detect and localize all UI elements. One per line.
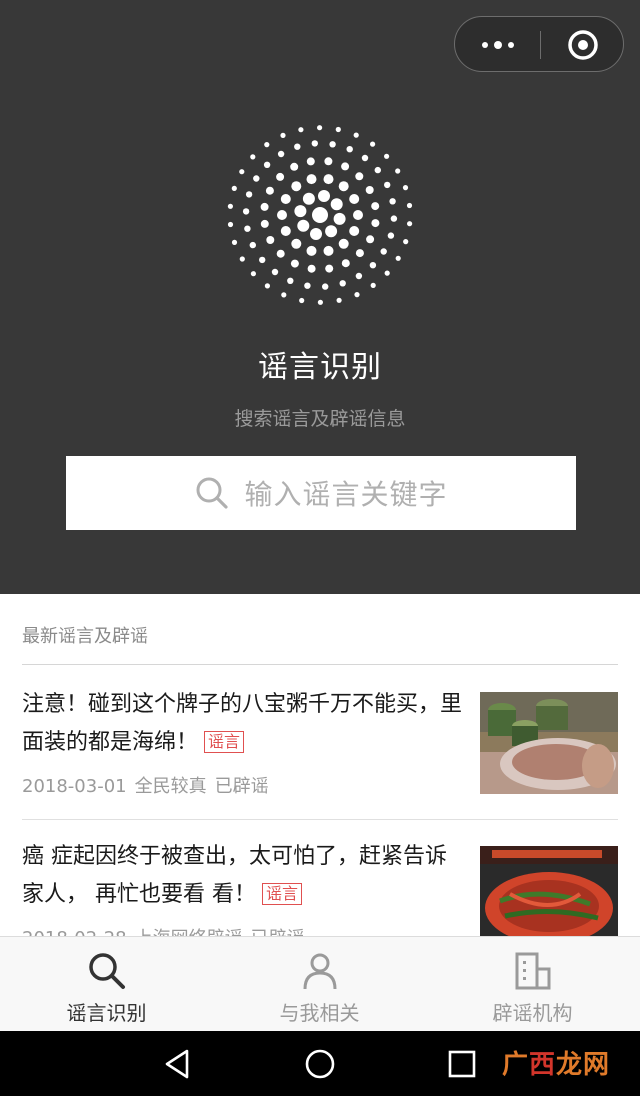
tab-rumor-search[interactable]: 谣言识别 xyxy=(0,937,213,1032)
item-status: 已辟谣 xyxy=(251,928,305,936)
search-placeholder: 输入谣言关键字 xyxy=(244,478,448,511)
item-thumbnail xyxy=(480,692,618,794)
dots-sphere-logo xyxy=(227,125,413,305)
item-title: 癌 症起因终于被查出，太可怕了，赶紧告诉家人， 再忙也要看 看！ 谣言 xyxy=(22,844,447,907)
target-circle-icon[interactable] xyxy=(541,17,625,73)
page-subtitle: 搜索谣言及辟谣信息 xyxy=(234,408,406,430)
item-source: 全民较真 xyxy=(134,776,207,797)
tab-bar: 谣言识别 与我相关 辟谣机构 xyxy=(0,936,640,1031)
item-date: 2018-02-28 xyxy=(22,928,127,936)
tab-label: 与我相关 xyxy=(279,1001,360,1025)
back-triangle-icon[interactable] xyxy=(137,1031,217,1096)
item-meta: 2018-03-01 全民较真 已辟谣 xyxy=(22,772,277,798)
section-title: 最新谣言及辟谣 xyxy=(22,626,148,647)
rumor-tag: 谣言 xyxy=(262,883,303,905)
item-status: 已辟谣 xyxy=(214,776,269,797)
tab-label: 辟谣机构 xyxy=(492,1001,573,1025)
mini-program-capsule xyxy=(454,16,624,72)
search-icon xyxy=(88,953,125,989)
section-divider xyxy=(22,664,618,665)
more-dots-icon[interactable] xyxy=(455,17,540,73)
item-thumbnail xyxy=(480,846,618,936)
tab-label: 谣言识别 xyxy=(66,1001,147,1025)
item-title: 注意！碰到这个牌子的八宝粥千万不能买，里面装的都是海绵！ 谣言 xyxy=(22,692,463,755)
recents-square-icon[interactable] xyxy=(422,1031,502,1096)
person-icon xyxy=(303,953,336,990)
home-circle-icon[interactable] xyxy=(280,1031,360,1096)
page-title: 谣言识别 xyxy=(258,350,382,385)
item-meta: 2018-02-28 上海网络辟谣已辟谣 xyxy=(22,924,313,936)
list-item[interactable]: 注意！碰到这个牌子的八宝粥千万不能买，里面装的都是海绵！ 谣言 2018-03-0… xyxy=(22,686,618,816)
hero-header: 谣言识别 搜索谣言及辟谣信息 输入谣言关键字 xyxy=(0,0,640,594)
item-source: 上海网络辟谣 xyxy=(135,928,243,936)
item-date: 2018-03-01 xyxy=(22,776,127,797)
search-icon xyxy=(196,477,229,509)
rumor-list: 最新谣言及辟谣 注意！碰到这个牌子的八宝粥千万不能买，里面装的都是海绵！ 谣言 2… xyxy=(0,594,640,936)
building-icon xyxy=(515,952,550,990)
list-item[interactable]: 癌 症起因终于被查出，太可怕了，赶紧告诉家人， 再忙也要看 看！谣言 2018-… xyxy=(22,838,618,936)
tab-related-to-me[interactable]: 与我相关 xyxy=(213,937,426,1032)
site-watermark-logo: 广西龙网 xyxy=(501,1050,610,1080)
tab-debunk-org[interactable]: 辟谣机构 xyxy=(426,937,639,1032)
search-input[interactable]: 输入谣言关键字 xyxy=(66,456,576,530)
item-divider xyxy=(22,819,618,820)
rumor-tag: 谣言 xyxy=(204,731,245,753)
